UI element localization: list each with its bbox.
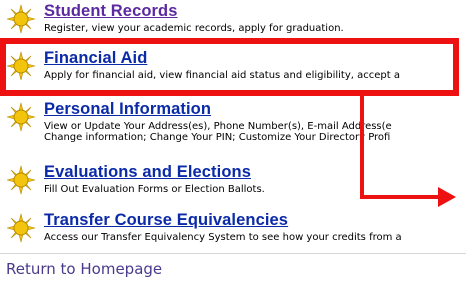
menu-item-evaluations-elections: Evaluations and Elections Fill Out Evalu… [6, 163, 466, 199]
menu-item-personal-information: Personal Information View or Update Your… [6, 100, 466, 148]
personal-information-link[interactable]: Personal Information [44, 100, 211, 119]
student-records-description: Register, view your academic records, ap… [44, 23, 344, 34]
evaluations-elections-link[interactable]: Evaluations and Elections [44, 163, 251, 182]
right-edge-strip [466, 0, 471, 283]
sun-icon [6, 4, 36, 34]
sun-icon [6, 213, 36, 243]
sun-icon [6, 165, 36, 195]
transfer-course-equivalencies-description: Access our Transfer Equivalency System t… [44, 232, 402, 243]
evaluations-elections-description: Fill Out Evaluation Forms or Election Ba… [44, 184, 265, 195]
footer-divider [0, 253, 471, 254]
highlight-box [0, 38, 459, 96]
return-to-homepage-link[interactable]: Return to Homepage [6, 260, 162, 278]
personal-information-description: View or Update Your Address(es), Phone N… [44, 121, 392, 143]
menu-item-student-records: Student Records Register, view your acad… [6, 2, 466, 38]
transfer-course-equivalencies-link[interactable]: Transfer Course Equivalencies [44, 211, 288, 230]
sun-icon [6, 102, 36, 132]
student-records-link[interactable]: Student Records [44, 2, 178, 21]
menu-item-transfer-course-equivalencies: Transfer Course Equivalencies Access our… [6, 211, 466, 247]
